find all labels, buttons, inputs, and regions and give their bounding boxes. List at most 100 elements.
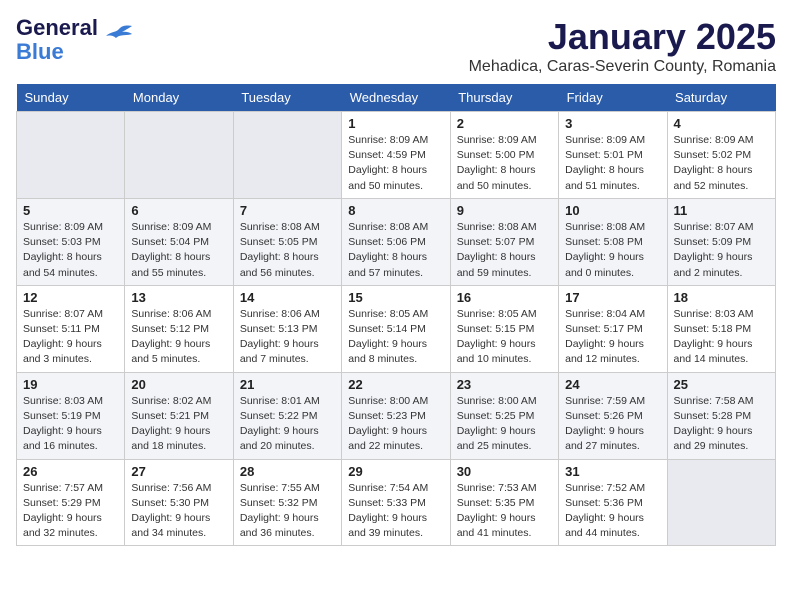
weekday-header-friday: Friday [559, 84, 667, 112]
calendar-week-row: 19 Sunrise: 8:03 AM Sunset: 5:19 PM Dayli… [17, 372, 776, 459]
calendar-week-row: 5 Sunrise: 8:09 AM Sunset: 5:03 PM Daylig… [17, 198, 776, 285]
title-area: January 2025 Mehadica, Caras-Severin Cou… [469, 16, 776, 76]
day-info: Sunrise: 8:09 AM Sunset: 4:59 PM Dayligh… [348, 133, 443, 194]
day-info: Sunrise: 7:56 AM Sunset: 5:30 PM Dayligh… [131, 481, 226, 542]
calendar-cell: 10 Sunrise: 8:08 AM Sunset: 5:08 PM Dayli… [559, 198, 667, 285]
day-info: Sunrise: 8:07 AM Sunset: 5:11 PM Dayligh… [23, 307, 118, 368]
day-number: 16 [457, 290, 552, 305]
calendar-cell: 22 Sunrise: 8:00 AM Sunset: 5:23 PM Dayli… [342, 372, 450, 459]
day-number: 9 [457, 203, 552, 218]
day-number: 28 [240, 464, 335, 479]
calendar-cell: 13 Sunrise: 8:06 AM Sunset: 5:12 PM Dayli… [125, 285, 233, 372]
calendar-cell: 29Sunrise: 7:54 AM Sunset: 5:33 PM Dayli… [342, 459, 450, 546]
calendar-week-row: 26 Sunrise: 7:57 AM Sunset: 5:29 PM Dayli… [17, 459, 776, 546]
calendar-cell: 30Sunrise: 7:53 AM Sunset: 5:35 PM Dayli… [450, 459, 558, 546]
day-info: Sunrise: 8:03 AM Sunset: 5:18 PM Dayligh… [674, 307, 769, 368]
calendar-cell: 28 Sunrise: 7:55 AM Sunset: 5:32 PM Dayli… [233, 459, 341, 546]
day-info: Sunrise: 8:08 AM Sunset: 5:05 PM Dayligh… [240, 220, 335, 281]
logo-bird-icon [102, 24, 134, 57]
day-number: 3 [565, 116, 660, 131]
calendar-cell: 19 Sunrise: 8:03 AM Sunset: 5:19 PM Dayli… [17, 372, 125, 459]
calendar-cell: 4 Sunrise: 8:09 AM Sunset: 5:02 PM Daylig… [667, 112, 775, 199]
month-title: January 2025 [469, 16, 776, 58]
day-number: 2 [457, 116, 552, 131]
weekday-header-monday: Monday [125, 84, 233, 112]
calendar-table: SundayMondayTuesdayWednesdayThursdayFrid… [16, 84, 776, 546]
day-number: 7 [240, 203, 335, 218]
calendar-cell: 27 Sunrise: 7:56 AM Sunset: 5:30 PM Dayli… [125, 459, 233, 546]
day-info: Sunrise: 8:03 AM Sunset: 5:19 PM Dayligh… [23, 394, 118, 455]
day-info: Sunrise: 8:08 AM Sunset: 5:07 PM Dayligh… [457, 220, 552, 281]
day-number: 18 [674, 290, 769, 305]
day-number: 17 [565, 290, 660, 305]
day-number: 21 [240, 377, 335, 392]
calendar-cell [667, 459, 775, 546]
calendar-cell: 9 Sunrise: 8:08 AM Sunset: 5:07 PM Daylig… [450, 198, 558, 285]
day-info: Sunrise: 8:00 AM Sunset: 5:23 PM Dayligh… [348, 394, 443, 455]
day-info: Sunrise: 8:05 AM Sunset: 5:15 PM Dayligh… [457, 307, 552, 368]
day-number: 27 [131, 464, 226, 479]
weekday-header-wednesday: Wednesday [342, 84, 450, 112]
day-info: Sunrise: 8:09 AM Sunset: 5:02 PM Dayligh… [674, 133, 769, 194]
day-number: 19 [23, 377, 118, 392]
day-number: 29 [348, 464, 443, 479]
day-number: 24 [565, 377, 660, 392]
day-number: 14 [240, 290, 335, 305]
weekday-header-thursday: Thursday [450, 84, 558, 112]
day-number: 1 [348, 116, 443, 131]
day-number: 5 [23, 203, 118, 218]
calendar-cell: 2 Sunrise: 8:09 AM Sunset: 5:00 PM Daylig… [450, 112, 558, 199]
day-info: Sunrise: 8:00 AM Sunset: 5:25 PM Dayligh… [457, 394, 552, 455]
day-info: Sunrise: 7:53 AM Sunset: 5:35 PM Dayligh… [457, 481, 552, 542]
day-number: 8 [348, 203, 443, 218]
day-info: Sunrise: 8:01 AM Sunset: 5:22 PM Dayligh… [240, 394, 335, 455]
calendar-cell: 6 Sunrise: 8:09 AM Sunset: 5:04 PM Daylig… [125, 198, 233, 285]
calendar-cell [125, 112, 233, 199]
day-number: 20 [131, 377, 226, 392]
day-number: 11 [674, 203, 769, 218]
calendar-cell: 21 Sunrise: 8:01 AM Sunset: 5:22 PM Dayli… [233, 372, 341, 459]
day-info: Sunrise: 7:52 AM Sunset: 5:36 PM Dayligh… [565, 481, 660, 542]
day-info: Sunrise: 8:06 AM Sunset: 5:12 PM Dayligh… [131, 307, 226, 368]
day-number: 10 [565, 203, 660, 218]
header: General Blue January 2025 Mehadica, Cara… [16, 16, 776, 76]
day-number: 22 [348, 377, 443, 392]
day-number: 26 [23, 464, 118, 479]
calendar-cell: 24Sunrise: 7:59 AM Sunset: 5:26 PM Dayli… [559, 372, 667, 459]
day-info: Sunrise: 8:08 AM Sunset: 5:06 PM Dayligh… [348, 220, 443, 281]
calendar-cell: 5 Sunrise: 8:09 AM Sunset: 5:03 PM Daylig… [17, 198, 125, 285]
calendar-cell: 14 Sunrise: 8:06 AM Sunset: 5:13 PM Dayli… [233, 285, 341, 372]
day-info: Sunrise: 7:55 AM Sunset: 5:32 PM Dayligh… [240, 481, 335, 542]
calendar-cell: 11 Sunrise: 8:07 AM Sunset: 5:09 PM Dayli… [667, 198, 775, 285]
day-info: Sunrise: 8:09 AM Sunset: 5:04 PM Dayligh… [131, 220, 226, 281]
day-info: Sunrise: 8:05 AM Sunset: 5:14 PM Dayligh… [348, 307, 443, 368]
weekday-header-row: SundayMondayTuesdayWednesdayThursdayFrid… [17, 84, 776, 112]
calendar-cell: 7 Sunrise: 8:08 AM Sunset: 5:05 PM Daylig… [233, 198, 341, 285]
day-info: Sunrise: 8:09 AM Sunset: 5:01 PM Dayligh… [565, 133, 660, 194]
calendar-cell [233, 112, 341, 199]
day-number: 6 [131, 203, 226, 218]
day-number: 12 [23, 290, 118, 305]
day-number: 4 [674, 116, 769, 131]
day-number: 13 [131, 290, 226, 305]
calendar-cell: 15Sunrise: 8:05 AM Sunset: 5:14 PM Dayli… [342, 285, 450, 372]
day-info: Sunrise: 8:06 AM Sunset: 5:13 PM Dayligh… [240, 307, 335, 368]
logo: General Blue [16, 16, 134, 64]
day-info: Sunrise: 7:58 AM Sunset: 5:28 PM Dayligh… [674, 394, 769, 455]
weekday-header-sunday: Sunday [17, 84, 125, 112]
logo-general: General [16, 16, 98, 40]
day-info: Sunrise: 8:09 AM Sunset: 5:00 PM Dayligh… [457, 133, 552, 194]
calendar-week-row: 12 Sunrise: 8:07 AM Sunset: 5:11 PM Dayli… [17, 285, 776, 372]
calendar-cell [17, 112, 125, 199]
day-info: Sunrise: 8:07 AM Sunset: 5:09 PM Dayligh… [674, 220, 769, 281]
calendar-cell: 12 Sunrise: 8:07 AM Sunset: 5:11 PM Dayli… [17, 285, 125, 372]
calendar-cell: 25 Sunrise: 7:58 AM Sunset: 5:28 PM Dayli… [667, 372, 775, 459]
day-info: Sunrise: 7:57 AM Sunset: 5:29 PM Dayligh… [23, 481, 118, 542]
day-info: Sunrise: 8:09 AM Sunset: 5:03 PM Dayligh… [23, 220, 118, 281]
day-info: Sunrise: 8:08 AM Sunset: 5:08 PM Dayligh… [565, 220, 660, 281]
day-number: 25 [674, 377, 769, 392]
calendar-cell: 3 Sunrise: 8:09 AM Sunset: 5:01 PM Daylig… [559, 112, 667, 199]
day-number: 23 [457, 377, 552, 392]
weekday-header-saturday: Saturday [667, 84, 775, 112]
logo-blue: Blue [16, 40, 98, 64]
